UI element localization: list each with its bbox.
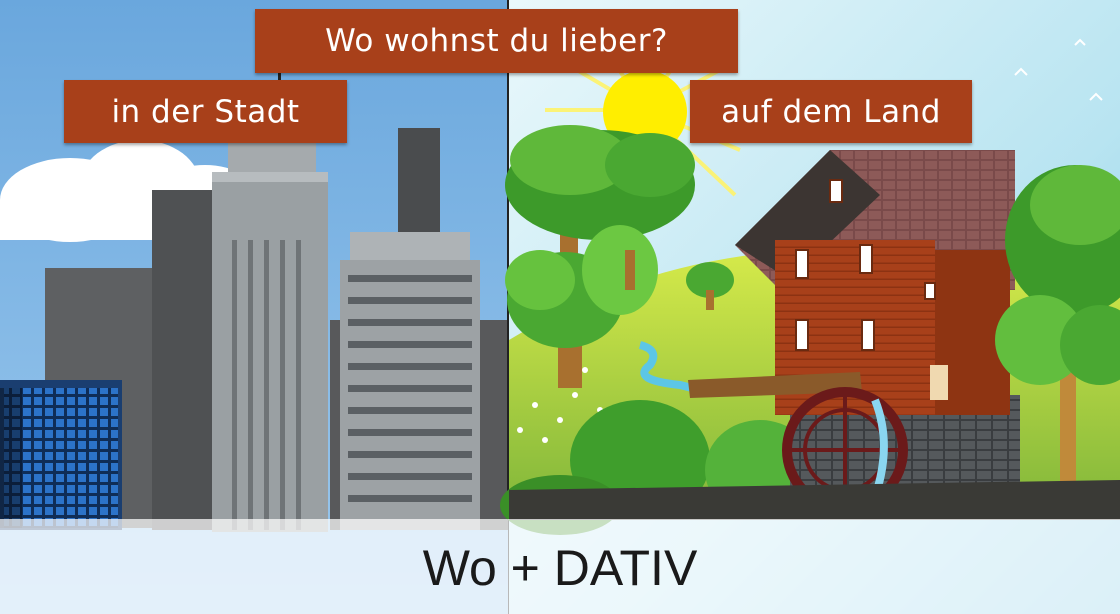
caption-text: Wo + DATIV bbox=[422, 540, 698, 596]
option-country-sign: auf dem Land bbox=[690, 80, 972, 143]
option-city-sign: in der Stadt bbox=[64, 80, 347, 143]
question-sign: Wo wohnst du lieber? bbox=[255, 9, 738, 73]
